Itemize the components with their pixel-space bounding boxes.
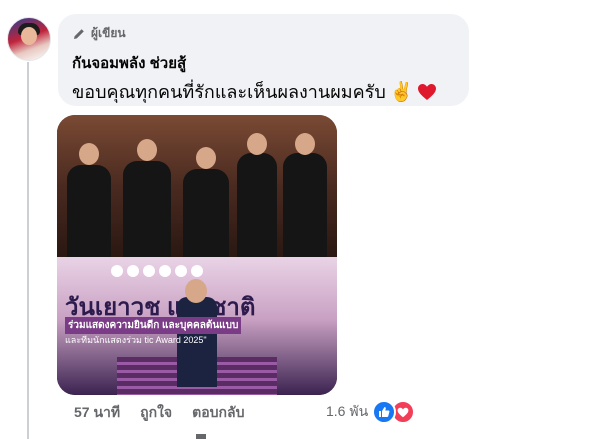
reaction-summary[interactable]: 1.6 พัน	[326, 400, 416, 424]
pencil-icon	[74, 28, 84, 39]
reply-button[interactable]: ตอบกลับ	[192, 402, 244, 424]
heart-icon	[418, 83, 437, 100]
avatar-face	[21, 27, 37, 45]
like-icon	[372, 400, 397, 424]
comment-body: ขอบคุณทุกคนที่รักและเห็นผลงานผมครับ	[72, 82, 386, 102]
comment-bubble: ผู้เขียน กันจอมพลัง ช่วยสู้ ขอบคุณทุกคนท…	[58, 14, 469, 106]
photo-person-head	[137, 139, 157, 161]
photo-person-head	[196, 147, 216, 169]
photo-person-head	[247, 133, 267, 155]
photo-person-head	[295, 133, 315, 155]
author-badge-label: ผู้เขียน	[91, 26, 126, 40]
thread-line	[27, 62, 29, 439]
photo-speaker-head	[185, 279, 207, 303]
photo-person	[237, 153, 277, 257]
author-name[interactable]: กันจอมพลัง ช่วยสู้	[72, 51, 186, 75]
comment-photo[interactable]: วันเยาวช แห่งชาติ ร่วมแสดงความยินดีก และ…	[57, 115, 337, 395]
photo-person	[67, 165, 111, 257]
author-badge: ผู้เขียน	[72, 24, 126, 43]
photo-banner-line2: ร่วมแสดงความยินดีก และบุคคลต้นแบบ	[65, 317, 242, 334]
photo-person	[123, 161, 171, 257]
photo-banner-line3: และทีมนักแสดงร่วม tic Award 2025"	[65, 335, 207, 345]
comment-text: ขอบคุณทุกคนที่รักและเห็นผลงานผมครับ ✌️	[72, 77, 437, 106]
reaction-count: 1.6 พัน	[326, 403, 369, 419]
photo-stage-scene: วันเยาวช แห่งชาติ ร่วมแสดงความยินดีก และ…	[57, 257, 337, 395]
photo-person	[183, 169, 229, 257]
next-comment-edge	[196, 434, 206, 439]
photo-event-scene	[57, 115, 337, 257]
photo-person-head	[79, 143, 99, 165]
photo-person	[283, 153, 327, 257]
peace-emoji: ✌️	[389, 81, 414, 103]
commenter-avatar[interactable]	[7, 17, 51, 61]
comment-actions: 57 นาที ถูกใจ ตอบกลับ	[74, 402, 271, 424]
like-button[interactable]: ถูกใจ	[140, 402, 172, 424]
comment-timestamp[interactable]: 57 นาที	[74, 402, 120, 424]
photo-logo-row	[111, 265, 203, 277]
